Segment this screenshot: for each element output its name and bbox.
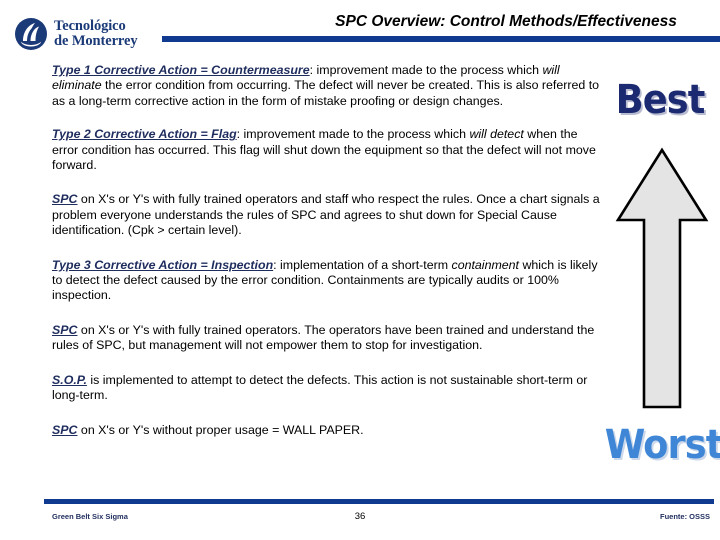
- slide-header: Tecnológico de Monterrey SPC Overview: C…: [0, 0, 720, 52]
- paragraph-text-b: the error condition from occurring. The …: [52, 78, 600, 108]
- brand-logo: Tecnológico de Monterrey: [14, 17, 138, 51]
- paragraph-text-a: on X's or Y's with fully trained operato…: [52, 322, 595, 353]
- paragraph-emphasis: containment: [451, 257, 520, 272]
- header-divider: [162, 36, 720, 42]
- effectiveness-ranking-graphic: Best Worst: [600, 78, 720, 488]
- paragraph-sop: S.O.P. is implemented to attempt to dete…: [52, 373, 604, 404]
- paragraph-lead: SPC: [52, 192, 78, 207]
- paragraph-type3-inspection: Type 3 Corrective Action = Inspection: i…: [52, 258, 604, 304]
- footer-source-label: Fuente: OSSS: [659, 512, 710, 521]
- page-title: SPC Overview: Control Methods/Effectiven…: [335, 13, 677, 30]
- paragraph-text-a: : improvement made to the process which: [309, 63, 543, 77]
- logo-wordmark-line1: Tecnológico: [54, 17, 126, 34]
- paragraph-lead: SPC: [52, 422, 78, 437]
- footer-divider: [44, 499, 714, 504]
- paragraph-spc-no-empowerment: SPC on X's or Y's with fully trained ope…: [52, 323, 604, 354]
- paragraph-text-a: is implemented to attempt to detect the …: [52, 372, 588, 403]
- paragraph-text-a: : implementation of a short-term: [273, 257, 452, 272]
- paragraph-lead: S.O.P.: [52, 372, 87, 387]
- up-arrow-icon: [615, 147, 709, 409]
- worst-label: Worst: [604, 422, 720, 468]
- logo-wordmark-line2: de Monterrey: [54, 33, 138, 49]
- page-number: 36: [354, 511, 366, 522]
- tec-flame-emblem-icon: [15, 18, 47, 50]
- paragraph-lead: Type 3 Corrective Action = Inspection: [52, 257, 274, 272]
- paragraph-lead: Type 1 Corrective Action = Countermeasur…: [52, 63, 310, 77]
- paragraph-emphasis: will detect: [469, 127, 524, 142]
- paragraph-lead: Type 2 Corrective Action = Flag: [52, 127, 237, 142]
- paragraph-text-a: on X's or Y's with fully trained operato…: [52, 192, 600, 238]
- paragraph-type2-flag: Type 2 Corrective Action = Flag: improve…: [52, 127, 604, 173]
- paragraph-spc-trained-staff: SPC on X's or Y's with fully trained ope…: [52, 192, 604, 238]
- slide-body: Type 1 Corrective Action = Countermeasur…: [52, 63, 604, 438]
- logo-wordmark: Tecnológico de Monterrey: [54, 17, 138, 50]
- best-label: Best: [615, 77, 706, 123]
- paragraph-lead: SPC: [52, 322, 78, 337]
- paragraph-type1-countermeasure: Type 1 Corrective Action = Countermeasur…: [52, 63, 604, 109]
- paragraph-text-a: : improvement made to the process which: [236, 127, 470, 142]
- paragraph-spc-wall-paper: SPC on X's or Y's without proper usage =…: [52, 423, 604, 438]
- paragraph-text-a: on X's or Y's without proper usage = WAL…: [77, 422, 364, 437]
